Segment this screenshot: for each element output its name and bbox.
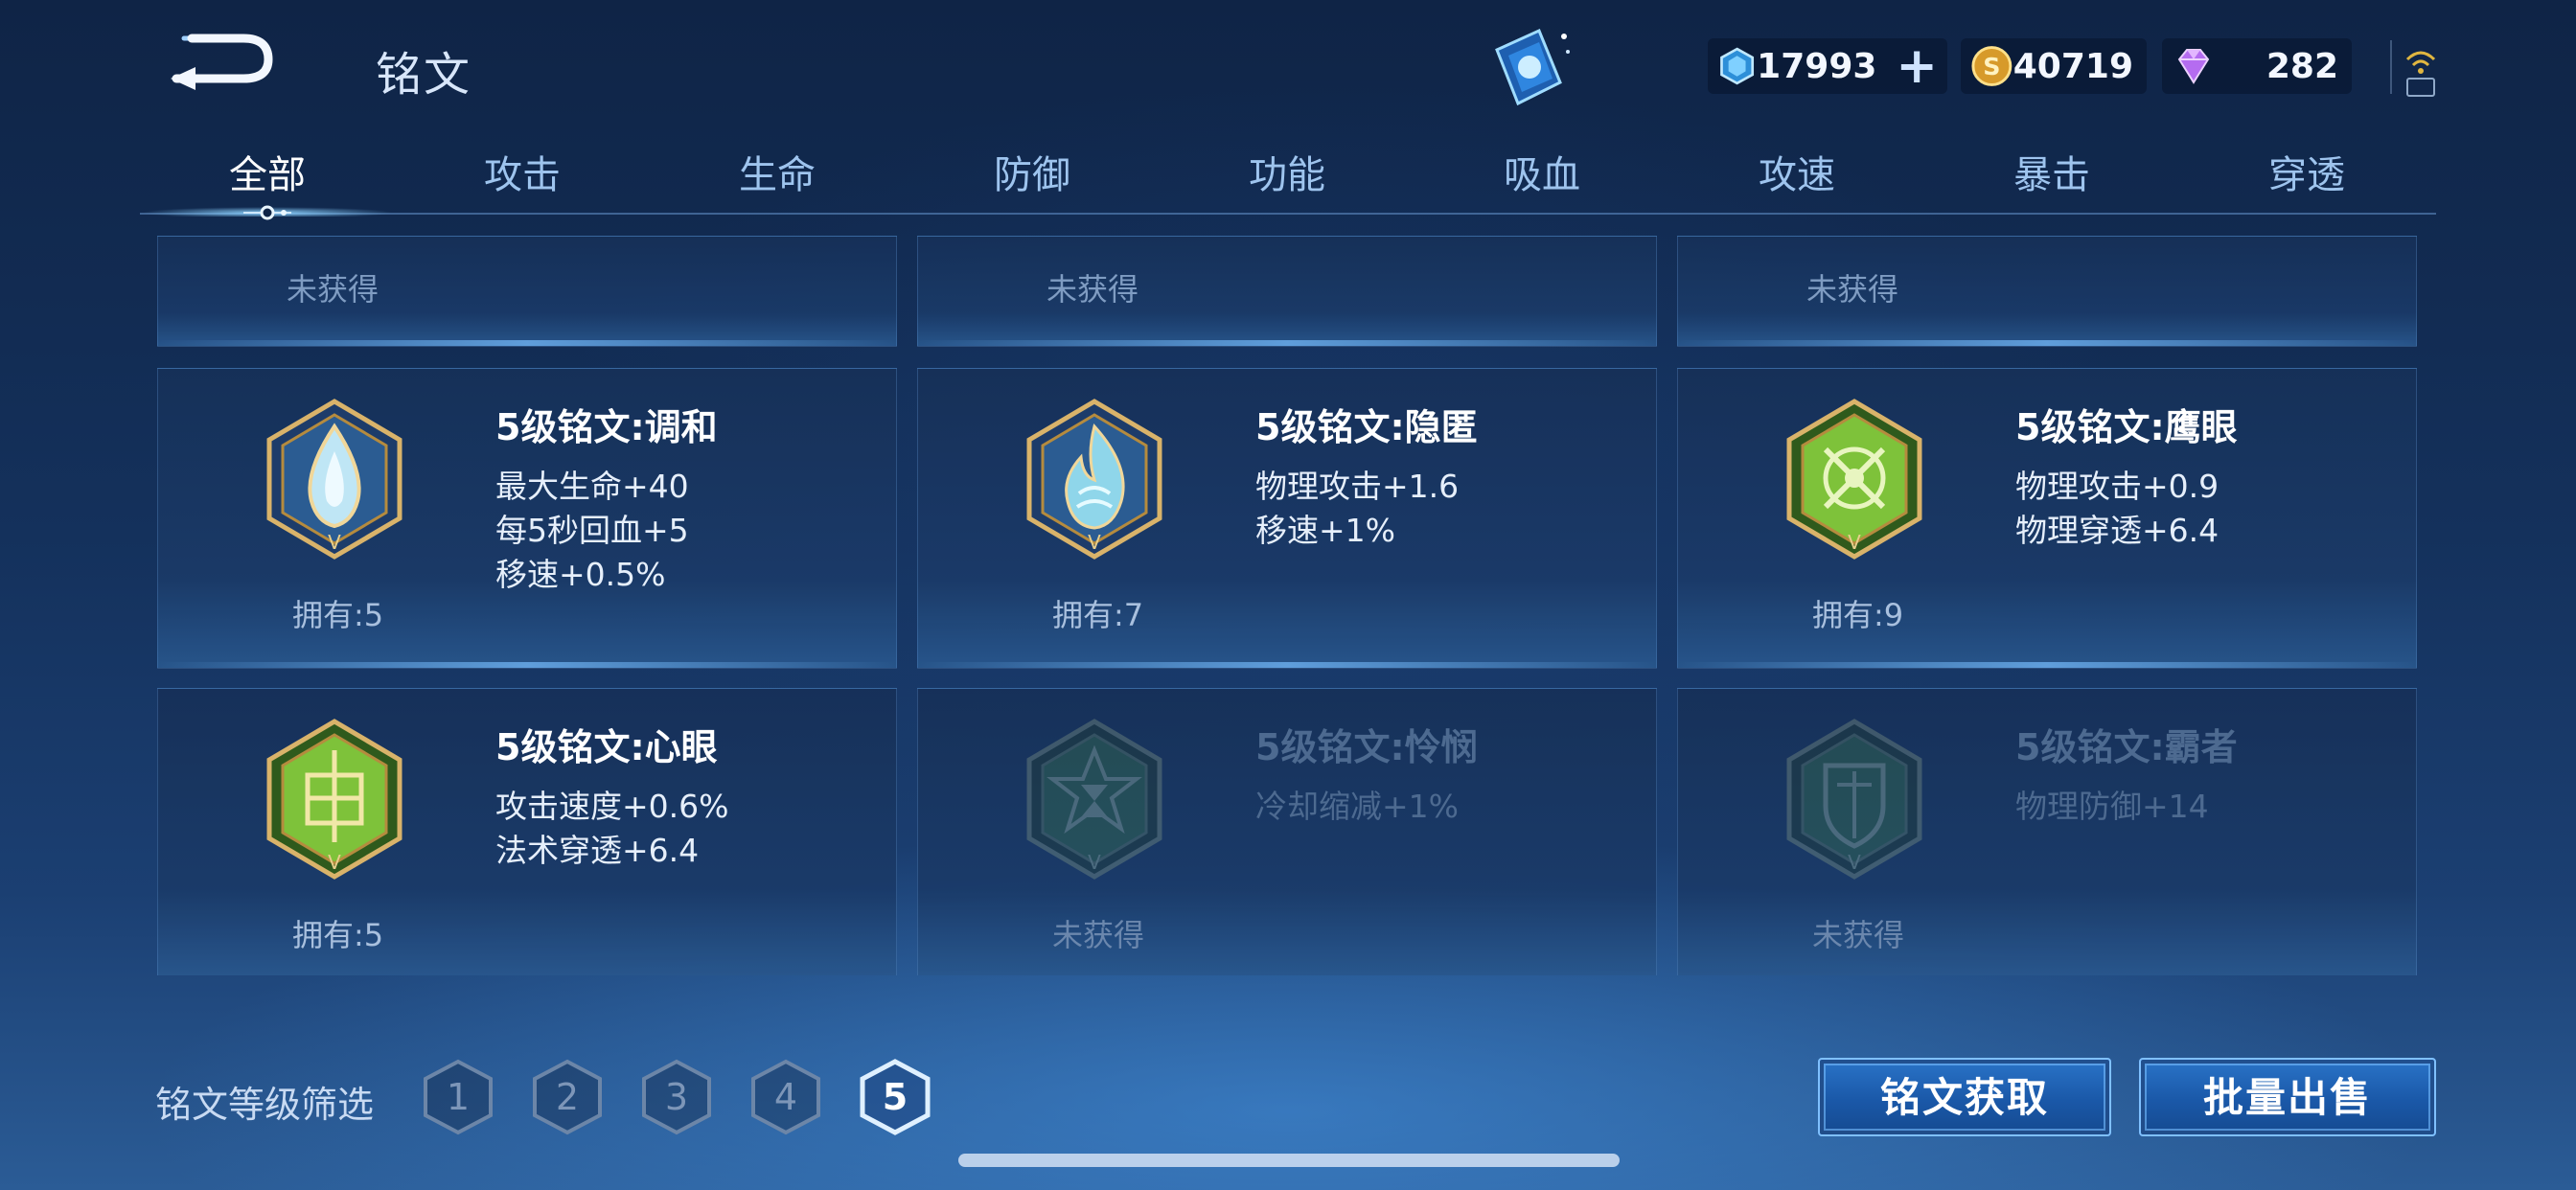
card-glow — [1678, 662, 2416, 668]
svg-text:V: V — [1088, 851, 1101, 874]
svg-text:V: V — [328, 531, 341, 554]
coupon-icon — [1720, 47, 1755, 85]
cyan-flame-rune-icon: V — [1026, 399, 1162, 560]
unobtained-label: 未获得 — [1052, 917, 1145, 953]
rune-title: 5级铭文:心眼 — [495, 726, 718, 768]
level-1-filter[interactable]: 1 — [420, 1058, 496, 1136]
rune-card-xinyan[interactable]: V 5级铭文:心眼 攻击速度+0.6% 法术穿透+6.4 拥有:5 — [157, 688, 897, 975]
rune-stat: 法术穿透+6.4 — [495, 832, 700, 869]
owned-count: 拥有:5 — [292, 597, 384, 633]
active-tab-marker-icon — [243, 205, 291, 220]
tab-attack-speed[interactable]: 攻速 — [1669, 144, 1924, 207]
svg-text:V: V — [328, 851, 341, 874]
svg-text:V: V — [1848, 851, 1861, 874]
level-3-filter[interactable]: 3 — [638, 1058, 715, 1136]
coupon-value: 17993 — [1757, 46, 1877, 86]
svg-text:V: V — [1088, 531, 1101, 554]
rune-card-unobtained[interactable]: 未获得 — [917, 236, 1657, 347]
rune-stat: 攻击速度+0.6% — [495, 788, 729, 825]
rune-title: 5级铭文:鹰眼 — [2015, 406, 2238, 448]
card-glow — [918, 662, 1656, 668]
category-tabs: 全部 攻击 生命 防御 功能 吸血 攻速 暴击 穿透 — [140, 144, 2436, 213]
add-coupon-icon[interactable]: + — [1896, 41, 1938, 91]
owned-count: 拥有:9 — [1812, 597, 1904, 633]
unobtained-label: 未获得 — [1806, 271, 1899, 308]
gem-value: 282 — [2266, 46, 2338, 86]
gold-coin-icon: S — [1971, 46, 2012, 86]
level-4-filter[interactable]: 4 — [748, 1058, 824, 1136]
rune-card-unobtained[interactable]: 未获得 — [1677, 236, 2417, 347]
blue-drop-rune-icon: V — [266, 399, 402, 560]
tab-all[interactable]: 全部 — [140, 144, 395, 207]
owned-count: 拥有:7 — [1052, 597, 1144, 633]
rune-stat: 每5秒回血+5 — [495, 512, 689, 549]
rune-pack-icon[interactable] — [1484, 23, 1572, 117]
rune-card-tiaohe[interactable]: V 5级铭文:调和 最大生命+40 每5秒回血+5 移速+0.5% 拥有:5 — [157, 368, 897, 669]
rune-stat: 冷却缩减+1% — [1255, 788, 1460, 825]
tab-attack[interactable]: 攻击 — [395, 144, 650, 207]
rune-stat: 物理攻击+1.6 — [1255, 468, 1460, 505]
owned-count: 拥有:5 — [292, 917, 384, 953]
card-glow — [1678, 340, 2416, 346]
tab-defense[interactable]: 防御 — [905, 144, 1160, 207]
green-eagle-rune-icon: V — [1786, 399, 1922, 560]
level-4-label: 4 — [774, 1076, 797, 1118]
level-2-label: 2 — [556, 1076, 579, 1118]
rune-stat: 物理防御+14 — [2015, 788, 2209, 825]
rune-title: 5级铭文:霸者 — [2015, 726, 2238, 768]
rune-stat: 最大生命+40 — [495, 468, 689, 505]
tab-critical[interactable]: 暴击 — [1924, 144, 2179, 207]
gold-balance: S 40719 — [1961, 38, 2147, 94]
tab-underline — [140, 213, 2436, 215]
tab-health[interactable]: 生命 — [650, 144, 905, 207]
card-glow — [158, 662, 896, 668]
back-arrow-icon[interactable] — [163, 31, 276, 94]
tab-penetration[interactable]: 穿透 — [2179, 144, 2434, 207]
rune-card-bazhe[interactable]: V 5级铭文:霸者 物理防御+14 未获得 — [1677, 688, 2417, 975]
unobtained-label: 未获得 — [1812, 917, 1905, 953]
tab-utility[interactable]: 功能 — [1160, 144, 1414, 207]
page-title: 铭文 — [376, 48, 472, 102]
svg-text:V: V — [1848, 531, 1861, 554]
level-5-filter-selected[interactable]: 5 — [857, 1058, 933, 1136]
level-1-label: 1 — [447, 1076, 470, 1118]
card-glow — [158, 340, 896, 346]
svg-text:S: S — [1983, 53, 2000, 80]
bulk-sell-button[interactable]: 批量出售 — [2139, 1058, 2436, 1136]
gem-balance: 282 — [2162, 38, 2352, 94]
rune-stat: 移速+0.5% — [495, 556, 666, 593]
tab-lifesteal[interactable]: 吸血 — [1414, 144, 1669, 207]
rune-card-yingyan[interactable]: V 5级铭文:鹰眼 物理攻击+0.9 物理穿透+6.4 拥有:9 — [1677, 368, 2417, 669]
coupon-balance: 17993 + — [1708, 38, 1947, 94]
level-filter-label: 铭文等级筛选 — [155, 1084, 375, 1126]
rune-card-yinni[interactable]: V 5级铭文:隐匿 物理攻击+1.6 移速+1% 拥有:7 — [917, 368, 1657, 669]
rune-card-lianmin[interactable]: V 5级铭文:怜悯 冷却缩减+1% 未获得 — [917, 688, 1657, 975]
rune-stat: 物理穿透+6.4 — [2015, 512, 2220, 549]
wifi-icon — [2405, 51, 2436, 97]
level-2-filter[interactable]: 2 — [529, 1058, 606, 1136]
star-hourglass-rune-icon: V — [1026, 719, 1162, 880]
acquire-rune-button[interactable]: 铭文获取 — [1818, 1058, 2111, 1136]
level-3-label: 3 — [665, 1076, 688, 1118]
rune-stat: 物理攻击+0.9 — [2015, 468, 2220, 505]
level-5-label: 5 — [883, 1076, 908, 1118]
unobtained-label: 未获得 — [287, 271, 380, 308]
rune-stat: 移速+1% — [1255, 512, 1396, 549]
rune-title: 5级铭文:怜悯 — [1255, 726, 1478, 768]
rune-card-unobtained[interactable]: 未获得 — [157, 236, 897, 347]
rune-title: 5级铭文:调和 — [495, 406, 718, 448]
purple-gem-icon — [2177, 49, 2210, 84]
gold-value: 40719 — [2012, 46, 2133, 86]
rune-title: 5级铭文:隐匿 — [1255, 406, 1478, 448]
green-target-rune-icon: V — [266, 719, 402, 880]
divider — [2390, 40, 2392, 94]
unobtained-label: 未获得 — [1046, 271, 1139, 308]
card-glow — [918, 340, 1656, 346]
home-indicator[interactable] — [958, 1154, 1620, 1167]
shield-rune-icon: V — [1786, 719, 1922, 880]
